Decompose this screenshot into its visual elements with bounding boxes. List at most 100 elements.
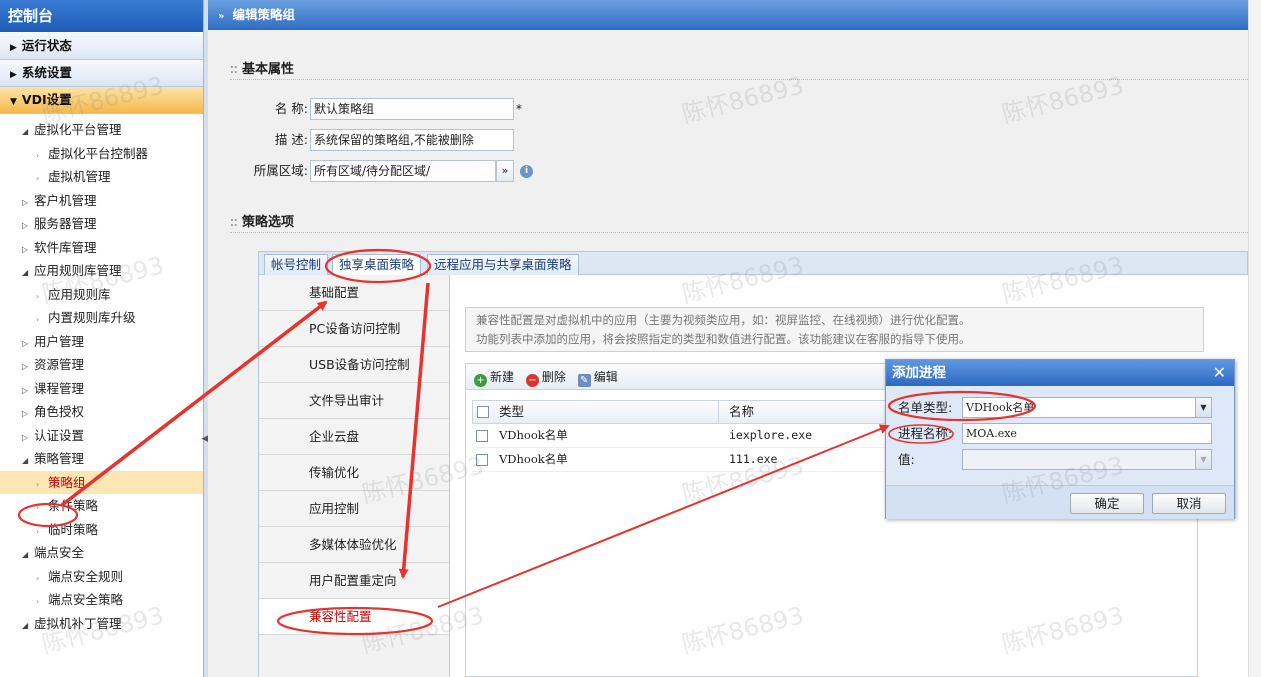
sidebar-item[interactable]: › 策略组 xyxy=(0,470,203,494)
delete-button[interactable]: − 删除 xyxy=(525,370,566,387)
section-policy-heading: ⁚⁚ 策略选项 xyxy=(230,211,1248,233)
sidebar-item[interactable]: ▷ 用户管理 xyxy=(0,330,203,354)
area-select-button[interactable]: » xyxy=(496,160,514,182)
policy-submenu: 基础配置 PC设备访问控制 USB设备访问控制 文件导出审计 企业云盘 传输优化 应用控制多… xyxy=(259,275,450,677)
chevron-right-icon: › xyxy=(36,315,40,324)
sidebar-item-label: 策略组 xyxy=(48,474,86,490)
sidebar-item[interactable]: ▷ 服务器管理 xyxy=(0,212,203,236)
sidebar-item[interactable]: › 应用规则库 xyxy=(0,283,203,307)
area-input[interactable]: 所有区域/待分配区域/ xyxy=(310,160,496,182)
row-checkbox[interactable] xyxy=(476,454,488,466)
expanded-icon: ◢ xyxy=(22,550,29,559)
sidebar-item[interactable]: ▷ 认证设置 xyxy=(0,424,203,448)
sidebar-item[interactable]: ◢ 虚拟化平台管理 xyxy=(0,118,203,142)
submenu-item[interactable]: 企业云盘 xyxy=(259,419,449,455)
add-process-dialog: 添加进程 ✕ 名单类型: VDHook名单 ▼ 进程名称: MOA.exe 值: … xyxy=(885,359,1235,519)
sidebar-item[interactable]: › 端点安全规则 xyxy=(0,565,203,589)
submenu-item[interactable]: 兼容性配置 xyxy=(259,599,449,635)
cell-name: iexplore.exe xyxy=(729,428,813,442)
close-icon[interactable]: ✕ xyxy=(1213,360,1226,386)
chevron-down-icon[interactable]: ▼ xyxy=(1195,398,1211,417)
value-select[interactable]: ▼ xyxy=(962,449,1212,470)
main-panel: » 编辑策略组 ⁚⁚ 基本属性 名 称: 默认策略组 * 描 述: 系统保留的策略组… xyxy=(208,0,1248,677)
row-checkbox[interactable] xyxy=(476,430,488,442)
ok-button[interactable]: 确定 xyxy=(1070,493,1144,514)
edit-icon: ✎ xyxy=(577,374,591,387)
select-all-checkbox[interactable] xyxy=(477,406,489,418)
sidebar-item[interactable]: › 端点安全策略 xyxy=(0,588,203,612)
plus-icon: + xyxy=(474,374,487,387)
sidebar-title: 控制台 xyxy=(0,0,203,33)
desc-input[interactable]: 系统保留的策略组,不能被删除 xyxy=(310,129,514,151)
sidebar-section-system[interactable]: ▶ 系统设置 xyxy=(0,60,203,87)
chevron-right-icon: › xyxy=(36,503,40,512)
tab-remote-shared[interactable]: 远程应用与共享桌面策略 xyxy=(427,254,579,275)
sidebar-item[interactable]: ◢ 端点安全 xyxy=(0,541,203,565)
sidebar-item-label: 课程管理 xyxy=(34,380,85,396)
value-row: 值: ▼ xyxy=(896,449,1216,471)
submenu-item[interactable]: USB设备访问控制 xyxy=(259,347,449,383)
submenu-item[interactable]: 文件导出审计 xyxy=(259,383,449,419)
submenu-item[interactable]: 应用控制 xyxy=(259,491,449,527)
chevron-right-icon: › xyxy=(36,526,40,536)
required-mark: * xyxy=(516,102,522,116)
sidebar-item-label: 应用规则库 xyxy=(48,286,111,302)
collapsed-icon: ▷ xyxy=(22,409,29,418)
col-name[interactable]: 名称 xyxy=(729,401,889,423)
collapsed-icon: ▷ xyxy=(22,197,29,207)
page-scrollbar[interactable] xyxy=(1248,0,1261,677)
submenu-item[interactable]: 传输优化 xyxy=(259,455,449,491)
sidebar-item[interactable]: › 临时策略 xyxy=(0,518,203,542)
sidebar-item[interactable]: › 虚拟机管理 xyxy=(0,165,203,189)
sidebar-item[interactable]: ▷ 软件库管理 xyxy=(0,236,203,260)
process-name-input[interactable]: MOA.exe xyxy=(962,423,1212,444)
chevron-right-icon: › xyxy=(36,597,40,606)
sidebar-item-label: 认证设置 xyxy=(34,427,85,443)
submenu-item[interactable]: 用户配置重定向 xyxy=(259,563,449,599)
col-type[interactable]: 类型 xyxy=(499,401,719,423)
sidebar-item[interactable]: ▷ 角色授权 xyxy=(0,400,203,424)
collapsed-icon: ▷ xyxy=(22,362,29,371)
tab-account-control[interactable]: 帐号控制 xyxy=(264,254,329,275)
sidebar-item[interactable]: ◢ 虚拟机补丁管理 xyxy=(0,612,203,636)
value-label: 值: xyxy=(898,452,915,467)
sidebar-section-status[interactable]: ▶ 运行状态 xyxy=(0,33,203,60)
sidebar-section-vdi[interactable]: ▼ VDI设置 xyxy=(0,87,203,114)
collapsed-icon: ▷ xyxy=(22,432,29,442)
cell-type: VDhook名单 xyxy=(499,428,568,442)
sidebar-item[interactable]: › 内置规则库升级 xyxy=(0,306,203,330)
sidebar-item[interactable]: ◢ 策略管理 xyxy=(0,447,203,471)
tab-dedicated-desktop[interactable]: 独享桌面策略 xyxy=(332,254,422,276)
sidebar-item-label: 虚拟机管理 xyxy=(48,169,111,184)
submenu-item[interactable]: PC设备访问控制 xyxy=(259,311,449,347)
chevron-right-icon: › xyxy=(36,291,40,301)
submenu-item[interactable]: 多媒体体验优化 xyxy=(259,527,449,563)
list-type-select[interactable]: VDHook名单 ▼ xyxy=(962,397,1212,418)
sidebar-item-label: 虚拟化平台控制器 xyxy=(48,145,149,161)
caret-right-icon: ▶ xyxy=(10,43,17,53)
submenu-item[interactable]: 基础配置 xyxy=(259,275,449,311)
cancel-button[interactable]: 取消 xyxy=(1152,493,1226,514)
sidebar-item-label: 策略管理 xyxy=(34,451,85,466)
sidebar-item-label: 资源管理 xyxy=(34,357,85,372)
edit-button[interactable]: ✎ 编辑 xyxy=(577,370,618,387)
sidebar-item[interactable]: ◢ 应用规则库管理 xyxy=(0,259,203,283)
sidebar-item[interactable]: › 条件策略 xyxy=(0,494,203,518)
info-box: 兼容性配置是对虚拟机中的应用（主要为视频类应用，如：视屏监控、在线视频）进行优化… xyxy=(465,307,1204,352)
sidebar-item[interactable]: ▷ 资源管理 xyxy=(0,353,203,377)
chevron-right-icon: › xyxy=(36,573,40,583)
chevron-down-icon[interactable]: ▼ xyxy=(1195,450,1211,469)
sidebar-item[interactable]: ▷ 客户机管理 xyxy=(0,189,203,213)
collapsed-icon: ▷ xyxy=(22,338,29,348)
sidebar-item-label: 用户管理 xyxy=(34,333,85,349)
section-basic-heading: ⁚⁚ 基本属性 xyxy=(230,58,1248,80)
sidebar-item[interactable]: ▷ 课程管理 xyxy=(0,377,203,401)
double-chevron-icon: » xyxy=(218,11,225,22)
dialog-header: 添加进程 ✕ xyxy=(886,360,1234,386)
panel-header: » 编辑策略组 xyxy=(208,0,1248,30)
sidebar-item[interactable]: › 虚拟化平台控制器 xyxy=(0,142,203,166)
info-icon[interactable]: i xyxy=(520,165,533,178)
sidebar: 控制台 ▶ 运行状态 ▶ 系统设置 ▼ VDI设置 ◢ 虚拟化平台管理 › 虚拟化平台控制器… xyxy=(0,0,204,677)
new-button[interactable]: + 新建 xyxy=(474,370,514,387)
name-input[interactable]: 默认策略组 xyxy=(310,98,514,120)
